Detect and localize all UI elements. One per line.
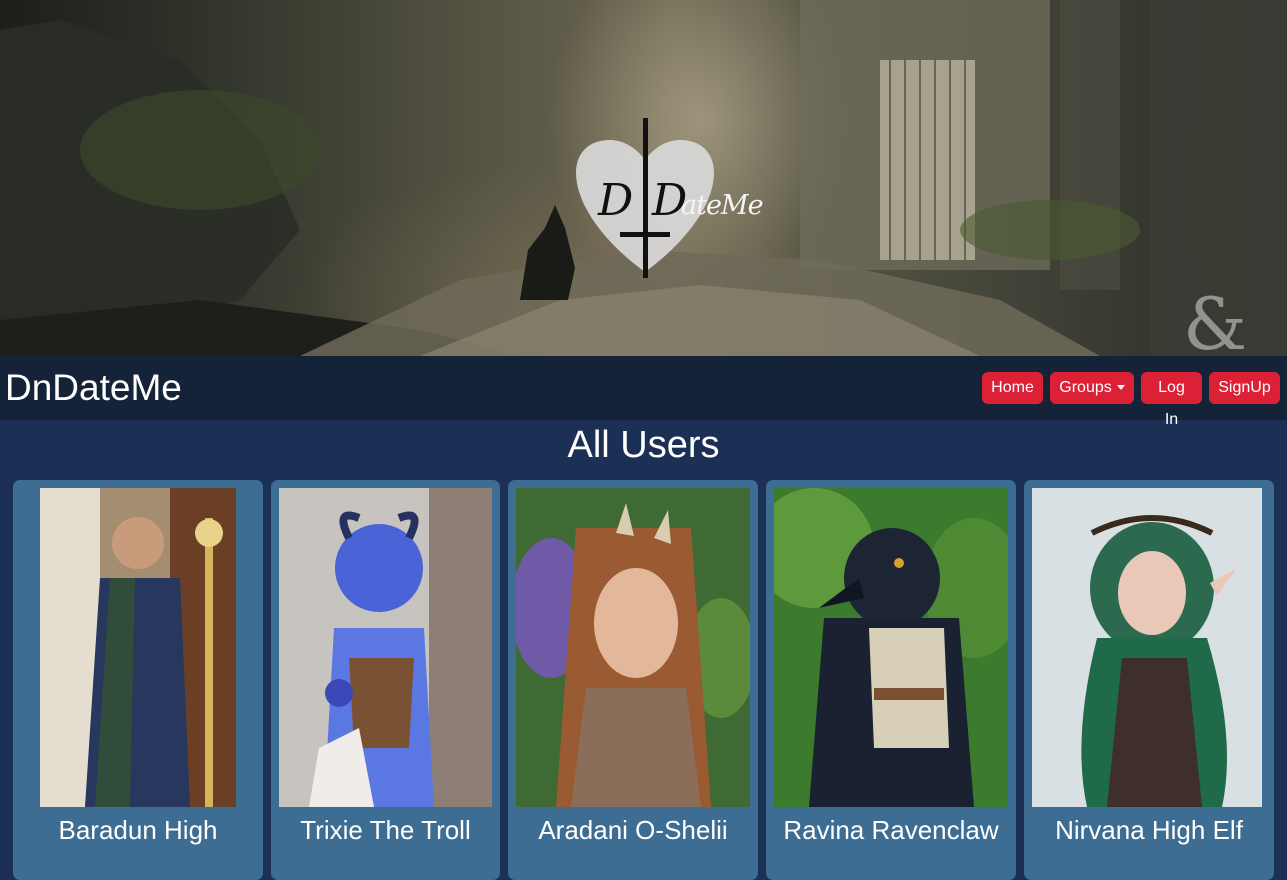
user-card[interactable]: Trixie The Troll xyxy=(271,480,500,880)
user-card[interactable]: Nirvana High Elf xyxy=(1024,480,1274,880)
user-photo[interactable] xyxy=(774,488,1008,807)
signup-button[interactable]: SignUp xyxy=(1209,372,1280,404)
hero-background-art: D D xyxy=(0,0,1287,356)
user-card[interactable]: Ravina Ravenclaw xyxy=(766,480,1016,880)
logo-wordmark: ateMe xyxy=(681,190,764,221)
user-card[interactable]: Baradun High xyxy=(13,480,263,880)
chevron-down-icon xyxy=(1116,385,1125,391)
home-button[interactable]: Home xyxy=(982,372,1043,404)
page-title: All Users xyxy=(567,424,720,466)
groups-dropdown-button[interactable]: Groups xyxy=(1050,372,1134,404)
dnd-ampersand-icon: & xyxy=(1183,282,1248,356)
hero-banner: D D ateMe & xyxy=(0,0,1287,356)
user-card[interactable]: Aradani O-Shelii xyxy=(508,480,758,880)
user-name: Nirvana High Elf xyxy=(1055,815,1243,845)
user-name: Baradun High xyxy=(58,815,218,845)
user-photo[interactable] xyxy=(1032,488,1262,807)
user-name: Aradani O-Shelii xyxy=(538,815,728,845)
user-photo[interactable] xyxy=(40,488,236,807)
login-button[interactable]: Log In xyxy=(1141,372,1202,428)
user-name: Ravina Ravenclaw xyxy=(783,815,999,845)
user-photo[interactable] xyxy=(516,488,750,807)
user-photo[interactable] xyxy=(279,488,492,807)
brand-logo[interactable]: DnDateMe xyxy=(5,368,182,408)
groups-label: Groups xyxy=(1059,379,1112,396)
svg-text:D: D xyxy=(597,175,633,226)
user-name: Trixie The Troll xyxy=(300,815,471,845)
navbar: DnDateMe Home Groups Log In SignUp xyxy=(0,356,1287,428)
